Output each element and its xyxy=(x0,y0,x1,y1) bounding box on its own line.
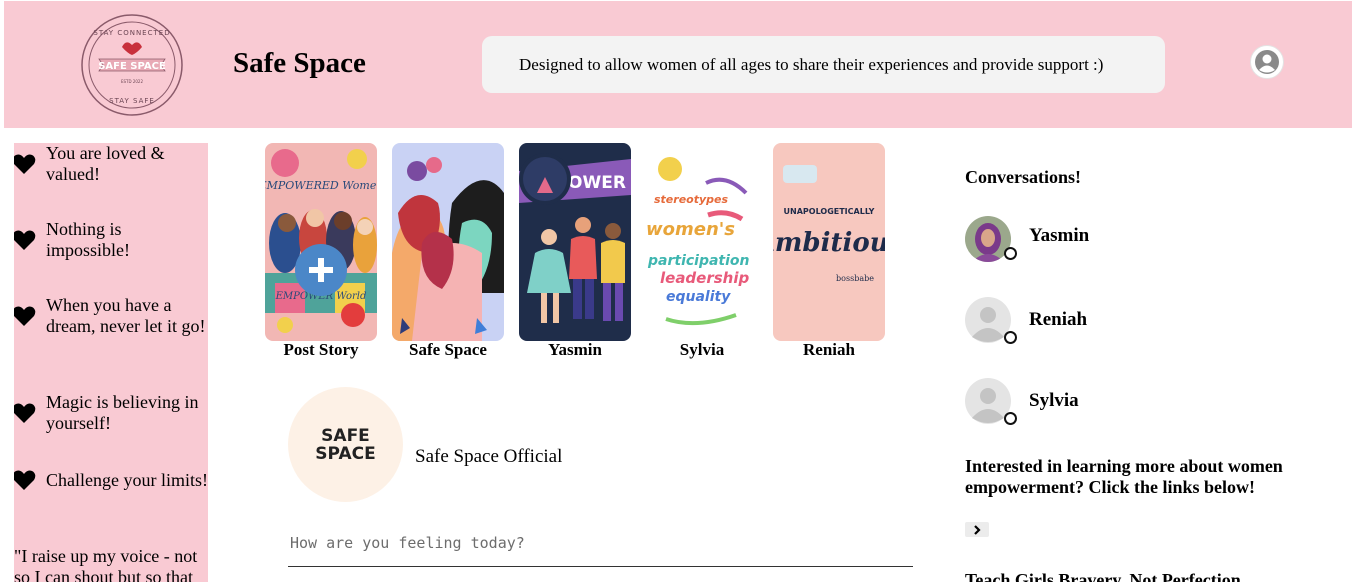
logo-bottom-text: STAY SAFE xyxy=(109,97,155,105)
user-circle-icon xyxy=(1255,50,1279,74)
status-indicator xyxy=(1004,247,1017,260)
avatar[interactable] xyxy=(965,297,1017,344)
links-heading: Interested in learning more about women … xyxy=(965,456,1283,497)
story-item[interactable]: UNAPOLOGETICALLY Ambitious bossbabe Reni… xyxy=(773,143,885,359)
story-thumbnail[interactable] xyxy=(392,143,504,341)
status-indicator xyxy=(1004,331,1017,344)
conversations-title: Conversations! xyxy=(965,167,1081,187)
official-avatar[interactable]: SAFE SPACE xyxy=(288,387,403,502)
affirmation-text: Challenge your limits! xyxy=(46,469,208,490)
heart-icon xyxy=(14,403,36,423)
add-story-button[interactable] xyxy=(295,244,347,296)
site-title: Safe Space xyxy=(233,47,366,79)
story-label: Safe Space xyxy=(409,340,487,359)
story-label: Post Story xyxy=(283,340,359,359)
status-indicator xyxy=(1004,412,1017,425)
tagline-text: Designed to allow women of all ages to s… xyxy=(519,55,1104,74)
thumb-text: OWER xyxy=(568,173,626,193)
story-label: Reniah xyxy=(803,340,855,359)
photo-avatar xyxy=(965,216,1011,262)
logo-main-text: SAFE SPACE xyxy=(98,61,166,72)
girl-power-illustration: OWER xyxy=(519,143,631,341)
plus-icon xyxy=(309,258,333,282)
affirmation-text: You are loved & valued! xyxy=(46,143,165,184)
avatar-text-line2: SPACE xyxy=(315,443,376,464)
thumb-text: equality xyxy=(666,289,731,305)
story-label: Yasmin xyxy=(548,340,602,359)
conversation-item[interactable]: Reniah xyxy=(965,297,1087,344)
story-label: Sylvia xyxy=(679,340,725,359)
chevron-right-icon xyxy=(974,524,981,535)
thumb-text: leadership xyxy=(660,269,749,287)
affirmation-item: Challenge your limits! xyxy=(14,469,208,491)
thumb-text: stereotypes xyxy=(654,193,728,206)
quote-text: "I raise up my voice - not so I can shou… xyxy=(14,546,198,582)
conversation-name[interactable]: Reniah xyxy=(1029,309,1087,331)
affirmation-text: Nothing is impossible! xyxy=(46,219,130,260)
heart-icon xyxy=(14,306,36,326)
avatar[interactable] xyxy=(965,213,1017,262)
thumb-text: UNAPOLOGETICALLY xyxy=(784,207,875,216)
avatar[interactable] xyxy=(965,378,1017,425)
feeling-input[interactable] xyxy=(288,520,913,567)
conversation-name[interactable]: Sylvia xyxy=(1029,390,1079,412)
story-item[interactable]: OWER Yasmin xyxy=(519,143,631,359)
empowered-women-illustration: EMPOWERED Women EMPOWER World xyxy=(265,143,377,341)
avatar-text-line1: SAFE xyxy=(321,425,370,446)
logo-est-text: ESTD 2022 xyxy=(121,79,143,84)
expand-links-button[interactable] xyxy=(965,522,989,537)
thumb-text: EMPOWERED Women xyxy=(265,179,377,192)
thumb-text: participation xyxy=(647,253,750,269)
affirmation-item: Magic is believing in yourself! xyxy=(14,392,208,434)
post-author-name[interactable]: Safe Space Official xyxy=(415,446,562,468)
conversation-item[interactable]: Yasmin xyxy=(965,213,1089,262)
heart-icon xyxy=(14,470,36,490)
word-cloud-illustration: stereotypes women's participation leader… xyxy=(646,143,758,341)
conversation-name[interactable]: Yasmin xyxy=(1029,225,1089,247)
thumb-text: Ambitious xyxy=(773,228,885,258)
profile-button[interactable] xyxy=(1250,45,1284,79)
affirmation-text: When you have a dream, never let it go! xyxy=(46,295,206,336)
unapologetically-ambitious-illustration: UNAPOLOGETICALLY Ambitious bossbabe xyxy=(773,143,885,341)
affirmation-item: Nothing is impossible! xyxy=(14,219,208,261)
thumb-text: women's xyxy=(646,219,735,240)
story-post[interactable]: EMPOWERED Women EMPOWER World Post Story xyxy=(265,143,377,359)
affirmations-panel: You are loved & valued! Nothing is impos… xyxy=(14,143,208,582)
affirmation-text: Magic is believing in yourself! xyxy=(46,392,199,433)
thumb-text: bossbabe xyxy=(836,274,874,283)
story-thumbnail[interactable]: stereotypes women's participation leader… xyxy=(646,143,758,341)
story-thumbnail[interactable]: UNAPOLOGETICALLY Ambitious bossbabe xyxy=(773,143,885,341)
tagline-box: Designed to allow women of all ages to s… xyxy=(482,36,1165,93)
affirmation-item: When you have a dream, never let it go! xyxy=(14,295,208,337)
logo-top-text: STAY CONNECTED xyxy=(93,29,170,37)
safe-space-logo[interactable]: STAY CONNECTED SAFE SPACE ESTD 2022 STAY… xyxy=(74,13,190,117)
heart-icon xyxy=(14,230,36,250)
conversation-item[interactable]: Sylvia xyxy=(965,378,1079,425)
story-item[interactable]: Safe Space xyxy=(392,143,504,359)
women-group-illustration xyxy=(392,143,504,341)
link-teach-girls-bravery[interactable]: Teach Girls Bravery, Not Perfection xyxy=(965,570,1241,582)
heart-icon xyxy=(14,154,36,174)
story-thumbnail[interactable]: OWER xyxy=(519,143,631,341)
story-thumbnail[interactable]: EMPOWERED Women EMPOWER World xyxy=(265,143,377,341)
story-item[interactable]: stereotypes women's participation leader… xyxy=(646,143,758,359)
affirmation-item: You are loved & valued! xyxy=(14,143,208,185)
header-bar: STAY CONNECTED SAFE SPACE ESTD 2022 STAY… xyxy=(4,1,1352,128)
